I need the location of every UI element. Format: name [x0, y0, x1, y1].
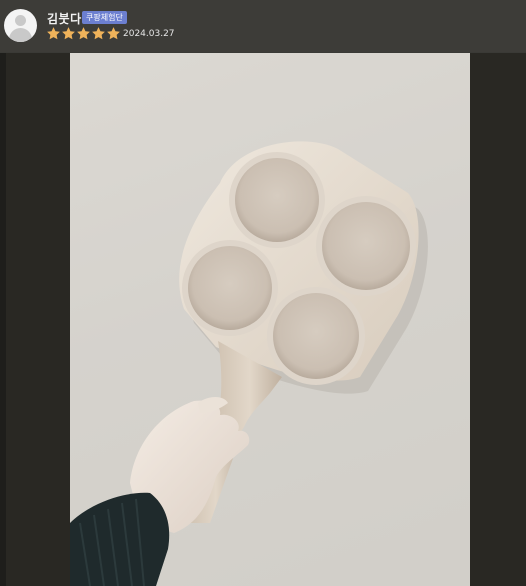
- star-icon: [77, 27, 90, 40]
- avatar[interactable]: [4, 9, 37, 42]
- star-icon: [47, 27, 60, 40]
- review-date: 2024.03.27: [123, 29, 175, 39]
- review-photo[interactable]: [70, 53, 470, 586]
- avatar-head-icon: [15, 15, 26, 26]
- star-icon: [62, 27, 75, 40]
- review-header: 김붓다 쿠팡체험단 2024.03.27: [0, 0, 526, 52]
- star-icon: [92, 27, 105, 40]
- avatar-body-icon: [9, 28, 32, 42]
- reviewer-name[interactable]: 김붓다: [47, 10, 82, 27]
- product-photo-pan: [70, 53, 470, 586]
- star-icon: [107, 27, 120, 40]
- reviewer-badge: 쿠팡체험단: [82, 11, 127, 24]
- star-rating: [46, 26, 121, 41]
